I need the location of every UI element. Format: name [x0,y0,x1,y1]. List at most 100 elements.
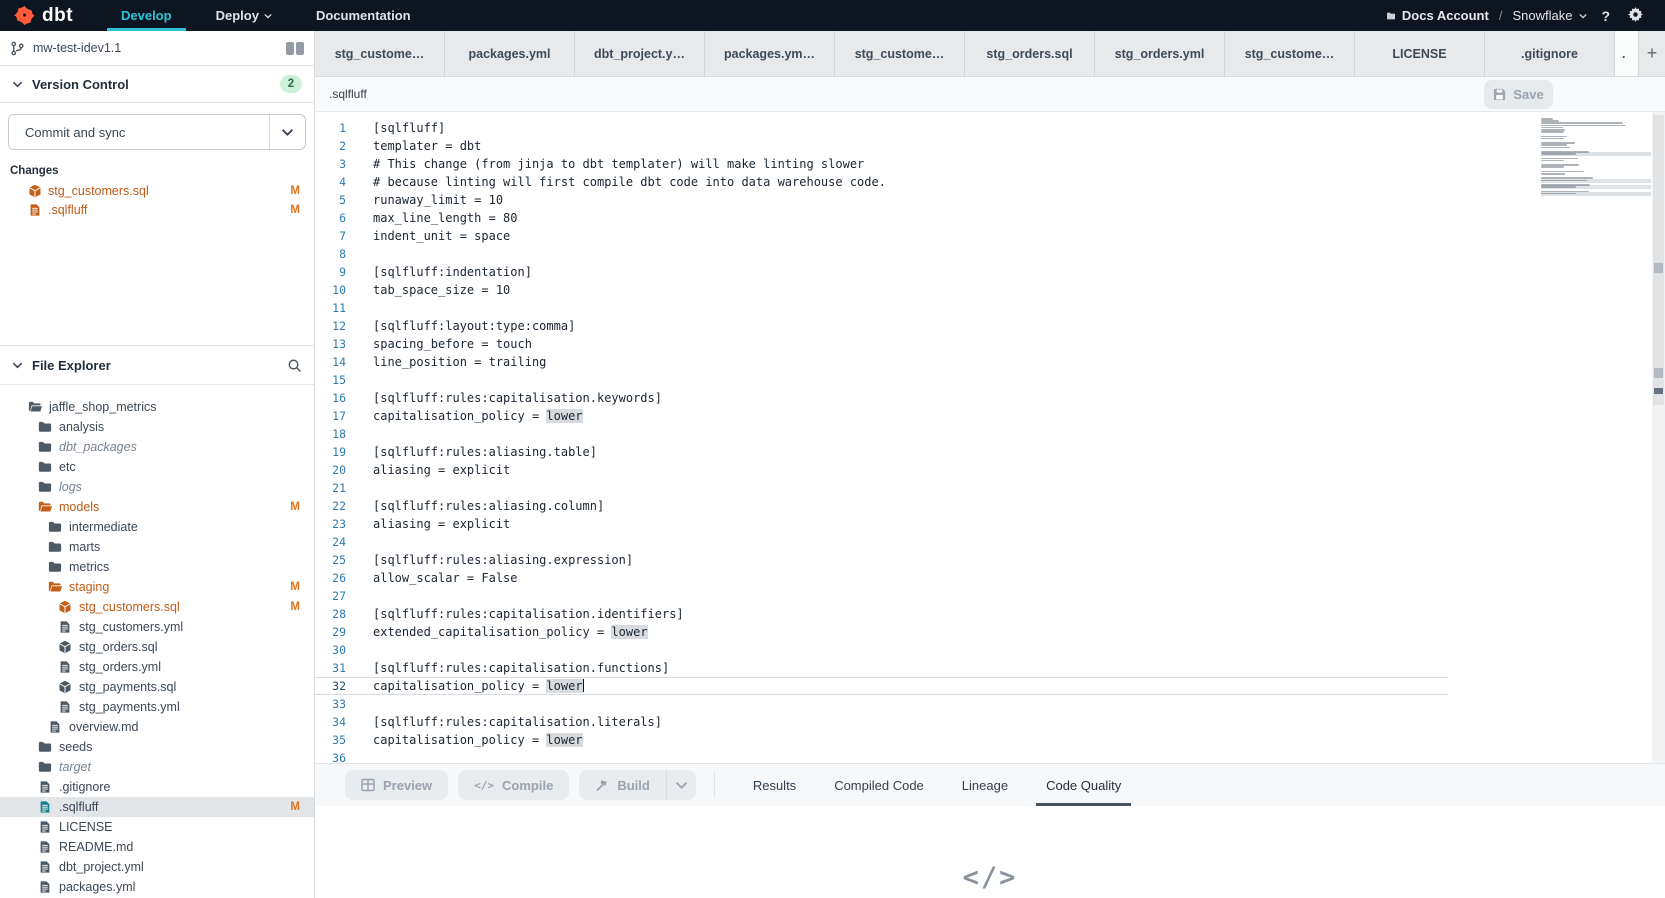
tree-item-packages.yml[interactable]: packages.yml [0,877,314,897]
branch-row[interactable]: mw-test-idev1.1 [0,31,314,66]
tree-item-stg_orders.yml[interactable]: stg_orders.yml [0,657,314,677]
doc-icon [38,880,52,894]
git-branch-icon [10,41,25,56]
build-options-chevron[interactable] [666,770,696,800]
tree-item-analysis[interactable]: analysis [0,417,314,437]
code-line-30: 30 [315,641,1665,659]
editor-tab[interactable]: stg_orders.sql [965,31,1095,76]
build-button[interactable]: Build [579,770,666,800]
tree-item-README.md[interactable]: README.md [0,837,314,857]
search-icon[interactable] [287,358,302,373]
tree-item-jaffle_shop_metrics[interactable]: jaffle_shop_metrics [0,397,314,417]
highlighted-word: lower [611,625,647,639]
changed-file[interactable]: stg_customers.sqlM [0,181,314,200]
commit-and-sync-button[interactable]: Commit and sync [8,114,306,150]
code-line-20: 20aliasing = explicit [315,461,1665,479]
line-number: 8 [315,247,352,261]
editor-tab[interactable]: dbt_project.y… [575,31,705,76]
tree-item-target[interactable]: target [0,757,314,777]
tree-item-.sqlfluff[interactable]: .sqlfluffM [0,797,314,817]
code-editor[interactable]: 1[sqlfluff]2templater = dbt3# This chang… [315,112,1665,763]
line-number: 31 [315,661,352,675]
gear-icon[interactable] [1624,7,1647,25]
dbt-logo[interactable]: dbt [0,0,99,31]
changes-count-badge: 2 [280,75,302,93]
account-switcher[interactable]: Docs Account / Snowflake [1387,8,1588,23]
folder-icon [48,560,62,574]
code-line-11: 11 [315,299,1665,317]
bottom-tab-compiled-code[interactable]: Compiled Code [834,764,924,806]
bottom-tab-code-quality[interactable]: Code Quality [1046,764,1121,806]
preview-button[interactable]: Preview [345,770,448,800]
tree-item-LICENSE[interactable]: LICENSE [0,817,314,837]
code-line-23: 23aliasing = explicit [315,515,1665,533]
line-number: 22 [315,499,352,513]
tree-item-metrics[interactable]: metrics [0,557,314,577]
brand-name: dbt [42,5,73,27]
editor-tab[interactable]: packages.ym… [705,31,835,76]
tree-item-logs[interactable]: logs [0,477,314,497]
doc-icon [38,840,52,854]
tree-item-seeds[interactable]: seeds [0,737,314,757]
editor-tab[interactable]: .gitignore [1485,31,1615,76]
help-icon[interactable]: ? [1597,8,1614,24]
tree-item-marts[interactable]: marts [0,537,314,557]
editor-scrollbar[interactable] [1652,112,1665,763]
split-view-icon[interactable] [286,42,304,55]
changed-file[interactable]: .sqlfluffM [0,200,314,219]
code-line-29: 29extended_capitalisation_policy = lower [315,623,1665,641]
chevron-down-icon [281,126,294,139]
line-number: 4 [315,175,352,189]
code-line-7: 7indent_unit = space [315,227,1665,245]
code-line-27: 27 [315,587,1665,605]
doc-icon [28,203,42,217]
branch-name: mw-test-idev1.1 [33,41,278,55]
editor-tab[interactable]: packages.yml [445,31,575,76]
compile-button[interactable]: </>Compile [458,770,569,800]
code-line-6: 6max_line_length = 80 [315,209,1665,227]
tree-item-etc[interactable]: etc [0,457,314,477]
code-line-26: 26allow_scalar = False [315,569,1665,587]
code-line-25: 25[sqlfluff:rules:aliasing.expression] [315,551,1665,569]
line-number: 17 [315,409,352,423]
chevron-down-icon [1579,12,1587,20]
tree-item-dbt_project.yml[interactable]: dbt_project.yml [0,857,314,877]
tree-item-intermediate[interactable]: intermediate [0,517,314,537]
line-number: 21 [315,481,352,495]
bottom-tab-results[interactable]: Results [753,764,796,806]
editor-tab-active-partial[interactable]: . [1615,31,1639,76]
version-control-header[interactable]: Version Control 2 [0,66,314,103]
tree-item-staging[interactable]: stagingM [0,577,314,597]
bottom-tab-lineage[interactable]: Lineage [962,764,1008,806]
tree-item-dbt_packages[interactable]: dbt_packages [0,437,314,457]
commit-button-label: Commit and sync [9,125,269,140]
code-quality-panel: </> [315,806,1665,898]
folder-open-icon [48,580,62,594]
tree-item-stg_orders.sql[interactable]: stg_orders.sql [0,637,314,657]
folder-icon [38,760,52,774]
editor-tab[interactable]: stg_custome… [1225,31,1355,76]
file-explorer-header[interactable]: File Explorer [0,345,314,385]
nav-item-documentation[interactable]: Documentation [294,0,433,31]
nav-item-develop[interactable]: Develop [99,0,194,31]
tree-item-overview.md[interactable]: overview.md [0,717,314,737]
editor-tab[interactable]: stg_orders.yml [1095,31,1225,76]
tree-item-stg_customers.yml[interactable]: stg_customers.yml [0,617,314,637]
save-button[interactable]: Save [1484,80,1553,109]
line-number: 6 [315,211,352,225]
scrollbar-thumb[interactable] [1653,115,1664,405]
tree-item-stg_payments.yml[interactable]: stg_payments.yml [0,697,314,717]
tree-item-stg_payments.sql[interactable]: stg_payments.sql [0,677,314,697]
tree-item-models[interactable]: modelsM [0,497,314,517]
tree-item-stg_customers.sql[interactable]: stg_customers.sqlM [0,597,314,617]
editor-tab[interactable]: stg_custome… [835,31,965,76]
editor-tab[interactable]: LICENSE [1355,31,1485,76]
doc-icon [38,780,52,794]
cube-icon [58,640,72,654]
tree-item-.gitignore[interactable]: .gitignore [0,777,314,797]
new-tab-button[interactable]: + [1639,31,1665,76]
nav-item-deploy[interactable]: Deploy [194,0,294,31]
editor-tab[interactable]: stg_custome… [315,31,445,76]
commit-options-chevron[interactable] [269,115,305,149]
dbt-logo-icon [14,5,35,26]
